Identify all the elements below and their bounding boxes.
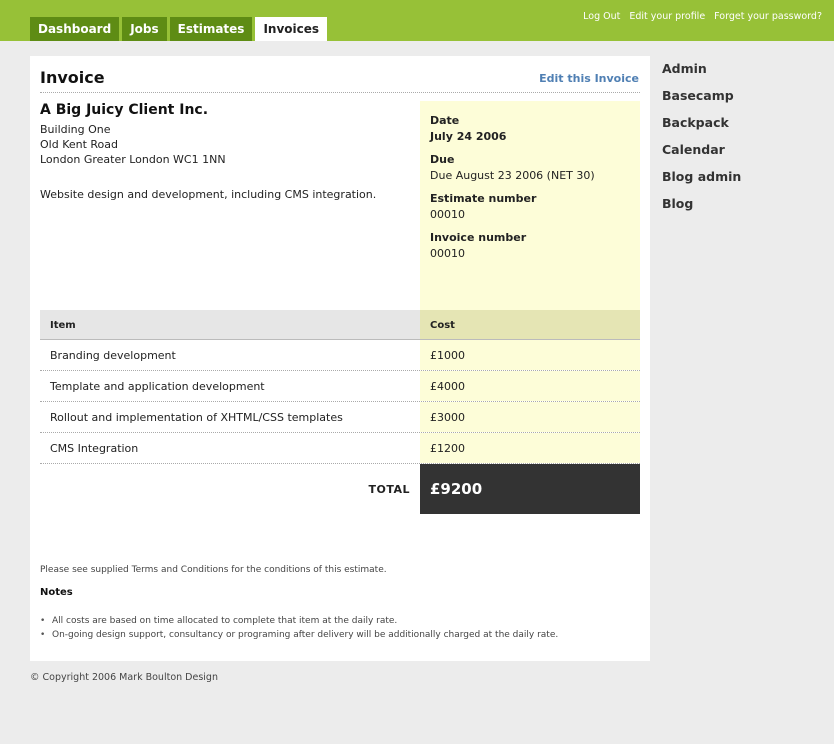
estimate-number-label: Estimate number <box>430 192 537 205</box>
tab-estimates[interactable]: Estimates <box>169 17 253 41</box>
sidenav-item-calendar[interactable]: Calendar <box>662 142 741 169</box>
cost-cell: £1200 <box>420 433 640 463</box>
item-cell: CMS Integration <box>50 442 139 455</box>
invoice-panel: Invoice Edit this Invoice A Big Juicy Cl… <box>30 56 650 661</box>
tab-invoices[interactable]: Invoices <box>255 17 328 41</box>
edit-invoice-link[interactable]: Edit this Invoice <box>539 72 639 85</box>
sidenav-item-backpack[interactable]: Backpack <box>662 115 741 142</box>
side-navigation: Admin Basecamp Backpack Calendar Blog ad… <box>662 61 741 223</box>
estimate-number-value: 00010 <box>430 208 465 221</box>
top-bar: Dashboard Jobs Estimates Invoices Log Ou… <box>0 0 834 41</box>
address-line: Building One <box>40 123 111 136</box>
bullet-icon: • <box>40 630 46 640</box>
table-row: CMS Integration £1200 <box>40 433 640 464</box>
table-row: Template and application development £40… <box>40 371 640 402</box>
invoice-meta: Date July 24 2006 Due Due August 23 2006… <box>420 101 640 310</box>
item-column-header: Item <box>40 310 420 339</box>
edit-profile-link[interactable]: Edit your profile <box>629 11 705 22</box>
list-item: • On-going design support, consultancy o… <box>40 628 558 642</box>
due-label: Due <box>430 153 455 166</box>
cost-cell: £1000 <box>420 340 640 370</box>
cost-cell: £4000 <box>420 371 640 401</box>
total-row: TOTAL £9200 <box>40 464 640 514</box>
notes-list: • All costs are based on time allocated … <box>40 614 558 642</box>
account-links: Log Out Edit your profile Forget your pa… <box>583 11 822 22</box>
table-row: Rollout and implementation of XHTML/CSS … <box>40 402 640 433</box>
sidenav-item-admin[interactable]: Admin <box>662 61 741 88</box>
sidenav-item-basecamp[interactable]: Basecamp <box>662 88 741 115</box>
bullet-icon: • <box>40 616 46 626</box>
forgot-password-link[interactable]: Forget your password? <box>714 11 822 22</box>
tab-dashboard[interactable]: Dashboard <box>30 17 120 41</box>
cost-column-header: Cost <box>420 310 640 339</box>
address-line: London Greater London WC1 1NN <box>40 153 226 166</box>
page-title: Invoice <box>40 68 105 87</box>
client-address: Building One Old Kent Road London Greate… <box>40 122 226 167</box>
sidenav-item-blog[interactable]: Blog <box>662 196 741 223</box>
total-label: TOTAL <box>368 483 410 496</box>
note-text: All costs are based on time allocated to… <box>52 616 398 626</box>
date-label: Date <box>430 114 460 127</box>
address-line: Old Kent Road <box>40 138 119 151</box>
item-cell: Branding development <box>50 349 176 362</box>
title-divider <box>40 92 640 93</box>
table-header: Item Cost <box>40 310 640 340</box>
client-name: A Big Juicy Client Inc. <box>40 102 209 118</box>
list-item: • All costs are based on time allocated … <box>40 614 558 628</box>
sidenav-item-blog-admin[interactable]: Blog admin <box>662 169 741 196</box>
table-row: Branding development £1000 <box>40 340 640 371</box>
notes-heading: Notes <box>40 587 73 598</box>
item-cell: Rollout and implementation of XHTML/CSS … <box>50 411 343 424</box>
total-value: £9200 <box>420 464 640 514</box>
copyright-footer: © Copyright 2006 Mark Boulton Design <box>30 672 218 683</box>
invoice-table: Item Cost Branding development £1000 Tem… <box>40 310 640 514</box>
terms-note: Please see supplied Terms and Conditions… <box>40 565 387 575</box>
item-cell: Template and application development <box>50 380 265 393</box>
logout-link[interactable]: Log Out <box>583 11 620 22</box>
tab-jobs[interactable]: Jobs <box>122 17 167 41</box>
invoice-number-label: Invoice number <box>430 231 527 244</box>
main-tabs: Dashboard Jobs Estimates Invoices <box>30 17 328 41</box>
cost-cell: £3000 <box>420 402 640 432</box>
due-value: Due August 23 2006 (NET 30) <box>430 169 595 182</box>
job-description: Website design and development, includin… <box>40 188 377 201</box>
note-text: On-going design support, consultancy or … <box>52 630 559 640</box>
date-value: July 24 2006 <box>430 130 507 143</box>
invoice-number-value: 00010 <box>430 247 465 260</box>
